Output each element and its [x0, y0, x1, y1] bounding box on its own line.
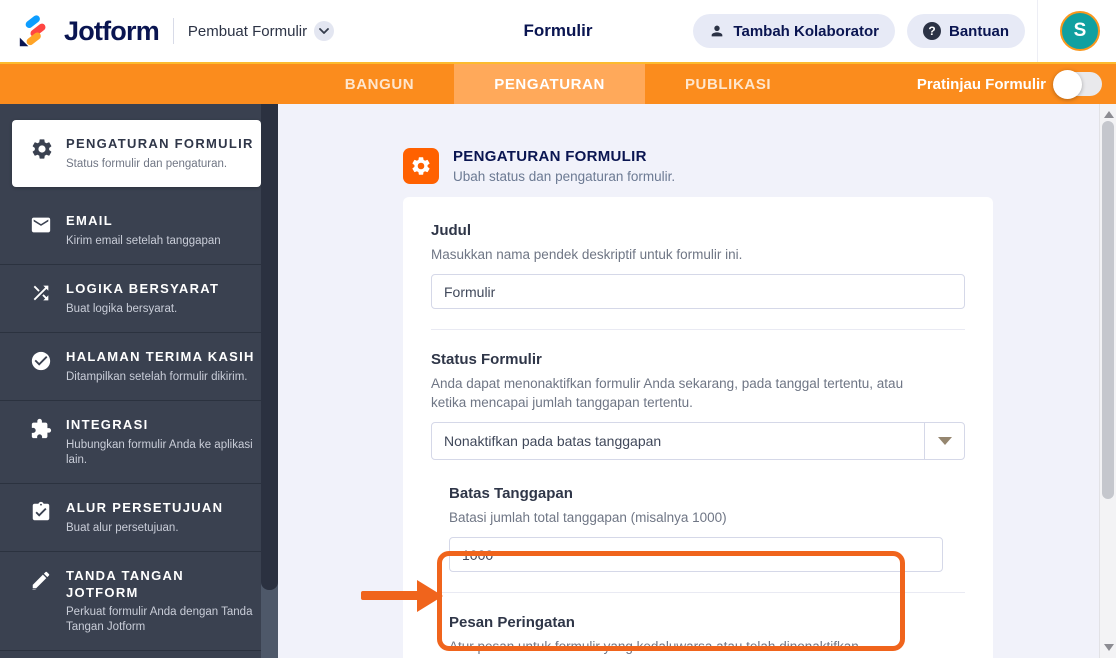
avatar[interactable]: S [1060, 11, 1100, 51]
sidebar-item-halaman-terima-kasih[interactable]: HALAMAN TERIMA KASIH Ditampilkan setelah… [0, 333, 261, 401]
add-collaborator-label: Tambah Kolaborator [733, 22, 879, 40]
sidebar-item-email[interactable]: EMAIL Kirim email setelah tanggapan [0, 197, 261, 265]
pesan-label: Pesan Peringatan [449, 614, 575, 631]
sidebar-item-label: PENGATURAN FORMULIR [66, 136, 254, 151]
tab-publikasi[interactable]: PUBLIKASI [645, 64, 811, 104]
preview-form-label: Pratinjau Formulir [916, 75, 1046, 93]
pesan-description: Atur pesan untuk formulir yang kedaluwar… [449, 639, 859, 654]
batas-tanggapan-section: Batas Tanggapan Batasi jumlah total tang… [449, 484, 965, 572]
help-label: Bantuan [949, 22, 1009, 40]
person-icon [712, 25, 723, 37]
section-title: PENGATURAN FORMULIR [453, 148, 647, 165]
sidebar-item-description: Buat alur persetujuan. [66, 522, 179, 534]
sidebar-item-label: HALAMAN TERIMA KASIH [66, 349, 255, 364]
envelope-icon [30, 212, 54, 249]
check-circle-icon [30, 348, 54, 385]
gear-icon [30, 135, 54, 172]
judul-description: Masukkan nama pendek deskriptif untuk fo… [431, 247, 743, 262]
tab-bangun[interactable]: BANGUN [305, 64, 454, 104]
sidebar-item-description: Perkuat formulir Anda dengan Tanda Tanga… [66, 606, 253, 633]
section-divider [431, 592, 965, 593]
sidebar-item-label: INTEGRASI [66, 417, 149, 432]
sidebar-item-description: Hubungkan formulir Anda ke aplikasi lain… [66, 439, 253, 466]
batas-input[interactable] [449, 537, 943, 572]
product-switcher[interactable]: Pembuat Formulir [187, 21, 335, 41]
sidebar-item-integrasi[interactable]: INTEGRASI Hubungkan formulir Anda ke apl… [0, 401, 261, 484]
sidebar-item-description: Buat logika bersyarat. [66, 303, 178, 315]
judul-label: Judul [431, 222, 471, 239]
sidebar-item-label: EMAIL [66, 213, 113, 228]
question-icon: ? [923, 22, 941, 40]
dropdown-caret-box [924, 423, 964, 459]
status-formulir-section: Status Formulir Anda dapat menonaktifkan… [431, 350, 965, 572]
pesan-peringatan-section: Pesan Peringatan Atur pesan untuk formul… [449, 613, 965, 658]
scroll-up-icon[interactable] [1104, 111, 1114, 118]
section-divider [431, 329, 965, 330]
approval-icon [30, 499, 54, 536]
sidebar-scrollbar[interactable] [261, 104, 278, 658]
status-label: Status Formulir [431, 351, 542, 368]
caret-down-icon [937, 437, 952, 445]
shuffle-icon [30, 280, 54, 317]
judul-input[interactable] [431, 274, 965, 309]
tab-pengaturan[interactable]: PENGATURAN [454, 64, 645, 104]
sidebar-item-logika-bersyarat[interactable]: LOGIKA BERSYARAT Buat logika bersyarat. [0, 265, 261, 333]
sidebar-item-pengaturan-formulir[interactable]: PENGATURAN FORMULIR Status formulir dan … [12, 120, 261, 187]
sidebar-item-label: TANDA TANGAN JOTFORM [66, 568, 184, 600]
status-description: Anda dapat menonaktifkan formulir Anda s… [431, 376, 904, 410]
preview-form-toggle[interactable] [1053, 69, 1102, 99]
signature-pen-icon [30, 567, 54, 635]
sidebar-item-description: Kirim email setelah tanggapan [66, 235, 221, 247]
help-button[interactable]: ? Bantuan [907, 14, 1025, 48]
page-title: Formulir [523, 21, 593, 40]
product-label: Pembuat Formulir [187, 22, 308, 40]
header-divider [172, 18, 174, 44]
logo-wordmark: Jotform [64, 15, 160, 46]
batas-description: Batasi jumlah total tanggapan (misalnya … [449, 510, 727, 525]
sidebar-item-label: LOGIKA BERSYARAT [66, 281, 220, 296]
settings-main-panel: PENGATURAN FORMULIR Ubah status dan peng… [278, 104, 1116, 658]
sidebar-item-alur-persetujuan[interactable]: ALUR PERSETUJUAN Buat alur persetujuan. [0, 484, 261, 552]
status-dropdown-value: Nonaktifkan pada batas tanggapan [444, 433, 662, 449]
page-scrollbar[interactable] [1099, 104, 1116, 658]
header-right-divider [1037, 0, 1038, 62]
add-collaborator-button[interactable]: Tambah Kolaborator [693, 14, 895, 48]
form-settings-icon [403, 148, 439, 184]
sidebar-item-tanda-tangan-jotform[interactable]: TANDA TANGAN JOTFORM Perkuat formulir An… [0, 552, 261, 651]
sidebar-item-description: Ditampilkan setelah formulir dikirim. [66, 371, 248, 383]
toggle-knob [1053, 69, 1082, 99]
batas-label: Batas Tanggapan [449, 485, 573, 502]
status-dropdown[interactable]: Nonaktifkan pada batas tanggapan [431, 422, 965, 460]
settings-sidebar: PENGATURAN FORMULIR Status formulir dan … [0, 104, 278, 658]
puzzle-icon [30, 416, 54, 468]
judul-section: Judul Masukkan nama pendek deskriptif un… [431, 221, 965, 309]
app-header: Jotform Pembuat Formulir Formulir Tambah… [0, 0, 1116, 62]
sidebar-scrollbar-thumb[interactable] [261, 104, 278, 590]
builder-navbar: BANGUN PENGATURAN PUBLIKASI Pratinjau Fo… [0, 62, 1116, 104]
page-scrollbar-thumb[interactable] [1102, 121, 1114, 499]
jotform-logo-icon [19, 15, 46, 47]
sidebar-item-label: ALUR PERSETUJUAN [66, 500, 224, 515]
section-subtitle: Ubah status dan pengaturan formulir. [453, 169, 676, 184]
jotform-logo[interactable]: Jotform [16, 12, 160, 50]
chevron-down-icon [314, 21, 335, 41]
sidebar-item-description: Status formulir dan pengaturan. [66, 158, 228, 170]
form-settings-card: Judul Masukkan nama pendek deskriptif un… [403, 197, 993, 658]
scroll-down-icon[interactable] [1104, 644, 1114, 651]
